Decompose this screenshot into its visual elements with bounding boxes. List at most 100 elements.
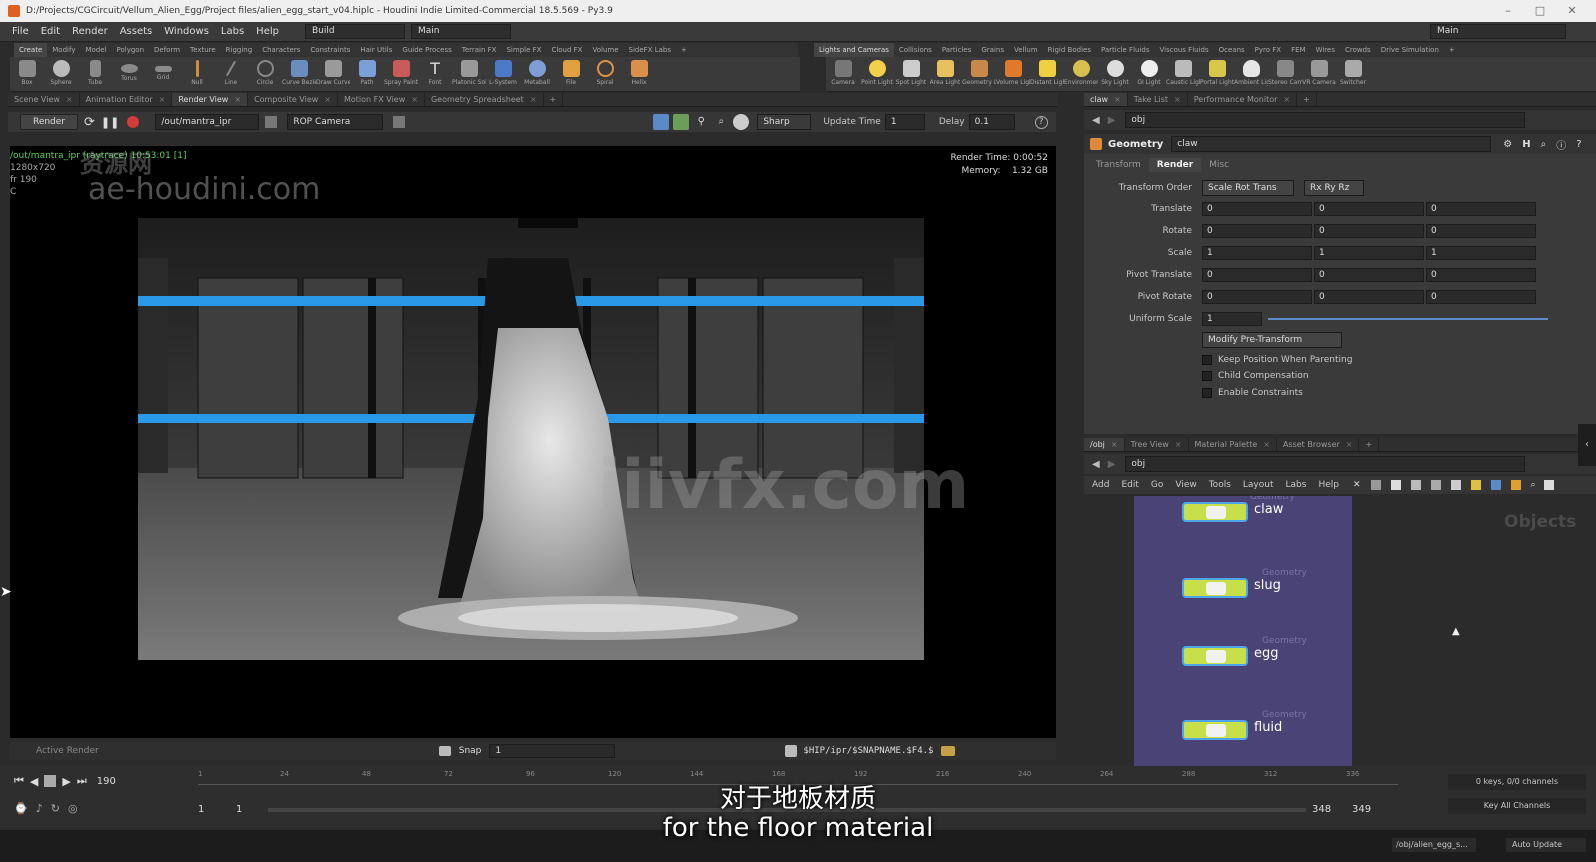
close-tab-icon[interactable]: × <box>1114 95 1121 104</box>
shelf-tab[interactable]: Wires <box>1311 43 1340 57</box>
close-tab-icon[interactable]: × <box>1263 440 1270 449</box>
enable-constraints-checkbox[interactable] <box>1202 388 1212 398</box>
info-icon[interactable]: ⓘ <box>1556 137 1566 152</box>
desktop-main-selector[interactable]: Main <box>410 24 511 39</box>
translate-y-field[interactable]: 0 <box>1314 202 1424 216</box>
shelf-tab[interactable]: Texture <box>185 43 221 57</box>
network-menu-add[interactable]: Add <box>1092 480 1109 490</box>
menu-labs[interactable]: Labs <box>215 26 250 37</box>
shelf-tab[interactable]: Collisions <box>894 43 937 57</box>
shelf-tool[interactable]: Path <box>350 57 384 91</box>
uniform-scale-slider[interactable] <box>1268 318 1548 320</box>
search-icon[interactable]: ⌕ <box>1531 480 1536 490</box>
tab-scene-view[interactable]: Scene View × <box>8 93 80 106</box>
preview-mode-icon[interactable] <box>653 114 670 130</box>
shelf-tool[interactable]: Torus <box>112 57 146 91</box>
shelf-tool[interactable]: Line <box>214 57 248 91</box>
shelf-tab[interactable]: Particles <box>937 43 977 57</box>
shelf-tab[interactable]: Model <box>80 43 111 57</box>
shelf-tab[interactable]: Simple FX <box>501 43 546 57</box>
tab-animation-editor[interactable]: Animation Editor × <box>80 93 173 106</box>
pause-icon[interactable]: ❚❚ <box>101 116 119 129</box>
close-tab-icon[interactable]: × <box>234 95 241 104</box>
menu-assets[interactable]: Assets <box>114 26 159 37</box>
shelf-tab[interactable]: Oceans <box>1214 43 1250 57</box>
node-name[interactable]: fluid <box>1254 720 1282 735</box>
display-options-icon[interactable] <box>1543 480 1554 490</box>
shelf-tab[interactable]: Cloud FX <box>546 43 587 57</box>
pivot-rotate-y-field[interactable]: 0 <box>1314 290 1424 304</box>
translate-x-field[interactable]: 0 <box>1202 202 1312 216</box>
shelf-tab[interactable]: Volume <box>587 43 623 57</box>
shelf-tool[interactable]: Circle <box>248 57 282 91</box>
modify-pre-transform-menu[interactable]: Modify Pre-Transform <box>1202 332 1342 348</box>
render-button[interactable]: Render <box>20 114 78 130</box>
tab-performance-monitor[interactable]: Performance Monitor × <box>1188 93 1298 106</box>
uniform-scale-field[interactable]: 1 <box>1202 312 1262 326</box>
network-menu-edit[interactable]: Edit <box>1121 480 1138 490</box>
shelf-tab[interactable]: Rigid Bodies <box>1043 43 1096 57</box>
camera-selector[interactable]: ROP Camera <box>287 114 384 130</box>
child-compensation-checkbox[interactable] <box>1202 371 1212 381</box>
color-palette-icon[interactable] <box>1510 480 1521 490</box>
desktop-build-selector[interactable]: Build <box>304 24 405 39</box>
tab-obj[interactable]: /obj × <box>1084 438 1125 451</box>
shelf-tool[interactable]: Ambient Light <box>1234 57 1268 91</box>
add-shelf-tab-icon[interactable]: + <box>676 43 692 57</box>
snapshot-icon[interactable] <box>438 746 451 756</box>
update-time-field[interactable]: 1 <box>884 114 925 130</box>
add-tab-icon[interactable]: + <box>544 93 564 106</box>
desktop-main-selector-right[interactable]: Main <box>1430 24 1566 39</box>
shelf-tab[interactable]: Characters <box>257 43 305 57</box>
node-egg[interactable] <box>1182 646 1248 666</box>
close-tab-icon[interactable]: × <box>1111 440 1118 449</box>
shelf-tool[interactable]: T Font <box>418 57 452 91</box>
param-path-field[interactable]: obj <box>1125 112 1526 128</box>
tab-asset-browser[interactable]: Asset Browser × <box>1277 438 1360 451</box>
search-icon[interactable]: ⌕ <box>1541 139 1547 150</box>
shelf-tool[interactable]: Box <box>10 57 44 91</box>
pivot-translate-y-field[interactable]: 0 <box>1314 268 1424 282</box>
shelf-tool[interactable]: Point Light <box>860 57 894 91</box>
render-region-icon[interactable] <box>673 114 690 130</box>
menu-file[interactable]: File <box>6 26 35 37</box>
wrench-icon[interactable]: ✕ <box>1353 480 1361 490</box>
render-viewport[interactable]: /out/mantra_ipr (raytrace) 10:53:01 [1] … <box>10 146 1056 738</box>
rop-chooser-icon[interactable] <box>265 116 278 128</box>
network-menu-tools[interactable]: Tools <box>1209 480 1231 490</box>
help-icon[interactable]: ? <box>1034 115 1048 129</box>
shelf-tool[interactable]: Spray Paint <box>384 57 418 91</box>
close-icon[interactable]: ✕ <box>1552 0 1592 22</box>
save-icon[interactable] <box>785 745 798 757</box>
node-fluid[interactable] <box>1182 720 1248 740</box>
menu-help[interactable]: Help <box>250 26 285 37</box>
shelf-tool[interactable]: GI Light <box>1132 57 1166 91</box>
scale-x-field[interactable]: 1 <box>1202 246 1312 260</box>
menu-edit[interactable]: Edit <box>35 26 66 37</box>
forward-arrow-icon[interactable]: ▶ <box>1108 459 1116 470</box>
camera-chooser-icon[interactable] <box>393 116 406 128</box>
tab-parameters[interactable]: claw × <box>1084 93 1128 106</box>
shelf-tool[interactable]: Camera <box>826 57 860 91</box>
shelf-tool[interactable]: Caustic Light <box>1166 57 1200 91</box>
network-view[interactable]: Objects Geometry claw Geometry slug Geom… <box>1084 496 1596 776</box>
sticky-note-icon[interactable] <box>1470 480 1481 490</box>
tab-misc[interactable]: Misc <box>1201 158 1237 172</box>
pivot-translate-z-field[interactable]: 0 <box>1426 268 1536 282</box>
shelf-tab[interactable]: Particle Fluids <box>1096 43 1155 57</box>
shelf-tab[interactable]: Grains <box>976 43 1009 57</box>
menu-windows[interactable]: Windows <box>158 26 215 37</box>
image-icon[interactable] <box>1450 480 1461 490</box>
zoom-icon[interactable]: ⌕ <box>713 114 729 130</box>
forward-arrow-icon[interactable]: ▶ <box>1108 115 1116 126</box>
keep-position-checkbox[interactable] <box>1202 355 1212 365</box>
node-slug[interactable] <box>1182 578 1248 598</box>
shelf-tool[interactable]: Geometry Light <box>962 57 996 91</box>
refresh-icon[interactable]: ⟳ <box>84 115 95 130</box>
close-tab-icon[interactable]: × <box>1283 95 1290 104</box>
node-name-field[interactable]: claw <box>1171 136 1492 152</box>
add-tab-icon[interactable]: + <box>1359 438 1380 451</box>
shelf-tool[interactable]: Sky Light <box>1098 57 1132 91</box>
shelf-tool[interactable]: Spiral <box>588 57 622 91</box>
shelf-tab[interactable]: SideFX Labs <box>624 43 676 57</box>
